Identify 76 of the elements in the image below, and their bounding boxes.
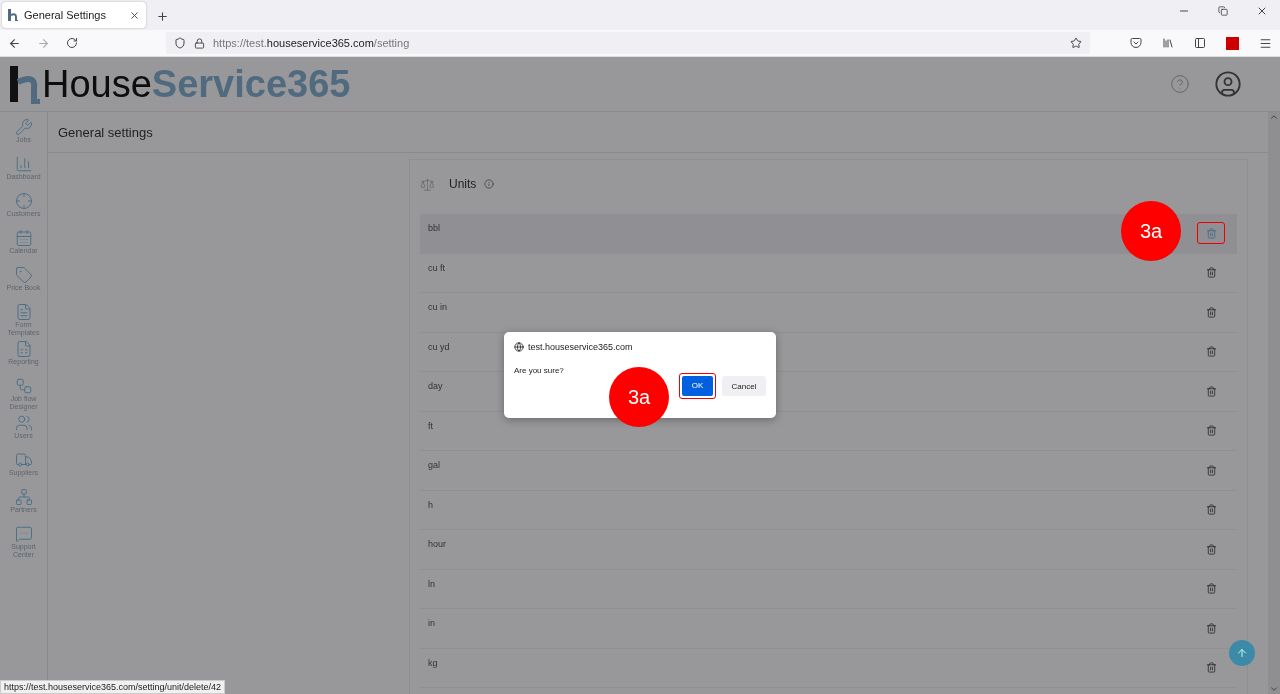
- status-url: https://test.houseservice365.com/setting/unit/delete/42: [0, 680, 226, 694]
- close-icon[interactable]: [1256, 5, 1268, 17]
- workflow-icon: [14, 377, 33, 395]
- h-logo-icon: [8, 9, 18, 21]
- new-tab-icon[interactable]: [156, 10, 169, 23]
- tab-title: General Settings: [24, 9, 107, 21]
- scroll-top-button[interactable]: [1229, 640, 1255, 666]
- unit-name: in: [428, 618, 435, 630]
- trash-icon: [1205, 306, 1217, 318]
- trash-icon: [1205, 662, 1217, 673]
- lock-icon: [194, 37, 205, 49]
- users-icon: [14, 414, 33, 432]
- page-title: General settings: [58, 124, 153, 140]
- unit-name: kg: [428, 657, 438, 670]
- pocket-icon[interactable]: [1130, 37, 1142, 49]
- unit-name: day: [428, 381, 443, 393]
- trash-icon: [1205, 385, 1217, 397]
- trash-icon: [1205, 464, 1217, 476]
- back-icon[interactable]: [8, 36, 21, 50]
- tag-icon: [14, 266, 33, 284]
- trash-icon: [1205, 346, 1217, 357]
- step-marker: 3a: [1121, 201, 1181, 261]
- reload-icon[interactable]: [66, 37, 78, 49]
- user-avatar-icon[interactable]: [1214, 70, 1242, 98]
- unit-name: ln: [428, 578, 435, 591]
- scroll-up-icon[interactable]: [1269, 112, 1279, 122]
- info-icon[interactable]: [484, 179, 495, 189]
- delete-button[interactable]: [1197, 222, 1225, 244]
- globe-icon: [514, 342, 524, 352]
- bar-chart-icon: [14, 155, 33, 173]
- menu-icon[interactable]: [1259, 36, 1272, 50]
- wrench-icon: [14, 118, 33, 136]
- chat-icon: [14, 525, 33, 543]
- card-title: Units: [449, 177, 477, 191]
- dialog-message: Are you sure?: [514, 366, 565, 375]
- ok-button[interactable]: OK: [679, 373, 716, 399]
- help-icon[interactable]: [1170, 74, 1190, 94]
- dialog-origin: test.houseservice365.com: [528, 342, 633, 352]
- browser-tab[interactable]: General Settings: [2, 2, 146, 28]
- close-icon[interactable]: [129, 9, 140, 21]
- star-icon[interactable]: [1070, 37, 1082, 49]
- app-logo: HouseService365: [42, 62, 351, 106]
- unit-name: cu ft: [428, 262, 445, 275]
- unit-name: hour: [428, 539, 446, 551]
- arrow-up-icon: [1236, 647, 1248, 659]
- scale-icon: [420, 176, 435, 192]
- shield-icon: [174, 37, 186, 49]
- trash-icon: [1205, 583, 1217, 594]
- scroll-down-icon[interactable]: [1269, 684, 1279, 694]
- address-bar[interactable]: https://test.houseservice365.com/setting: [166, 32, 1090, 54]
- unit-name: cu in: [428, 302, 447, 314]
- crosshair-icon: [14, 192, 33, 210]
- trash-icon: [1205, 622, 1217, 634]
- extension-icon[interactable]: [1226, 36, 1239, 50]
- unit-name: h: [428, 499, 433, 512]
- trash-icon: [1205, 227, 1217, 239]
- spreadsheet-icon: [14, 340, 33, 358]
- calendar-icon: [14, 229, 33, 247]
- truck-icon: [14, 451, 33, 469]
- unit-name: cu yd: [428, 341, 450, 354]
- restore-icon[interactable]: [1218, 5, 1228, 17]
- unit-name: gal: [428, 460, 440, 472]
- unit-name: bbl: [428, 223, 440, 235]
- forward-icon[interactable]: [37, 36, 50, 50]
- unit-name: ft: [428, 420, 433, 433]
- document-icon: [14, 303, 33, 321]
- h-logo-icon: [8, 64, 40, 104]
- trash-icon: [1205, 425, 1217, 436]
- network-icon: [14, 488, 33, 506]
- scrollbar[interactable]: [1268, 112, 1280, 694]
- library-icon[interactable]: [1162, 37, 1174, 49]
- trash-icon: [1205, 543, 1217, 555]
- trash-icon: [1205, 267, 1217, 278]
- trash-icon: [1205, 504, 1217, 515]
- cancel-button[interactable]: Cancel: [722, 376, 766, 396]
- sidebar-icon[interactable]: [1194, 37, 1206, 49]
